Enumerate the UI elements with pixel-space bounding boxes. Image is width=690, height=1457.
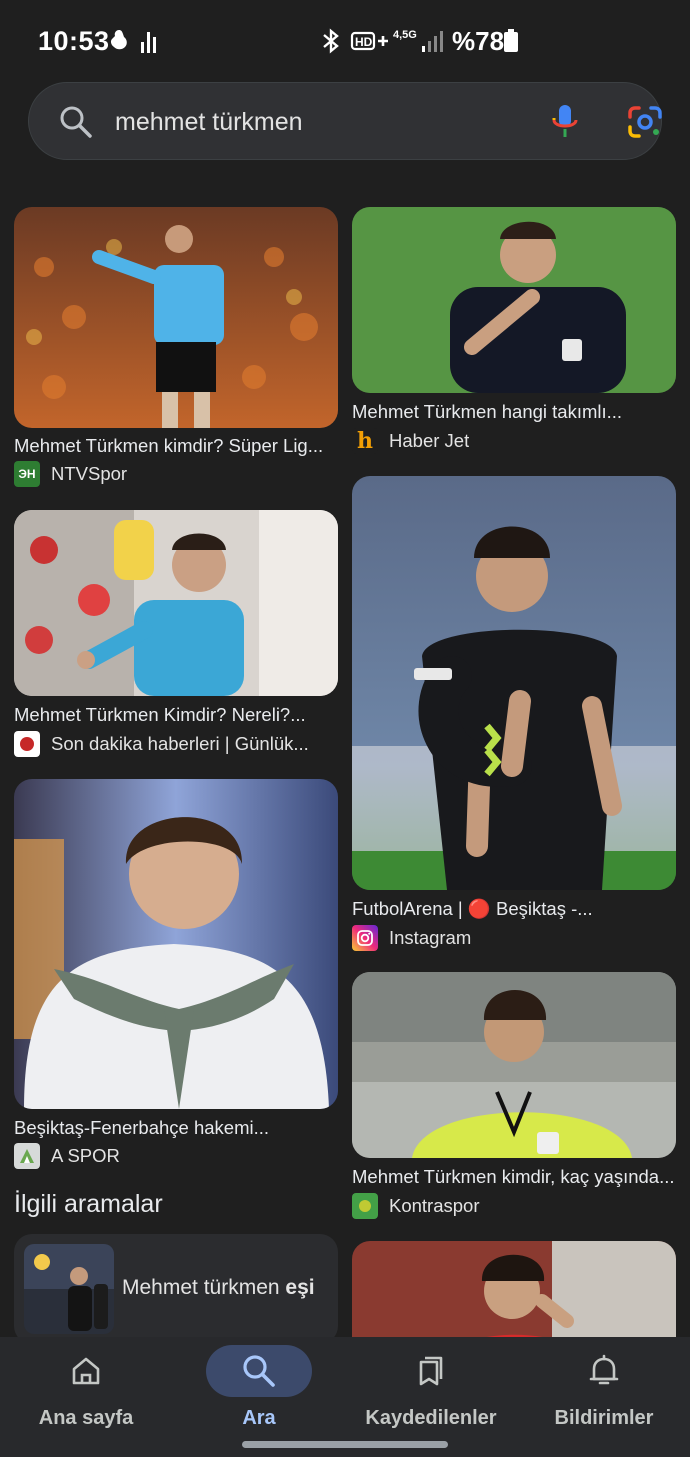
status-bar: 10:53 HD 4,5G %78 bbox=[0, 0, 690, 80]
nav-label: Bildirimler bbox=[554, 1407, 654, 1429]
result-source: h Haber Jet bbox=[352, 428, 469, 454]
instagram-favicon-icon bbox=[352, 925, 378, 951]
nav-home[interactable]: Ana sayfa bbox=[32, 1337, 140, 1457]
bottom-navigation: Ana sayfa Ara Kaydedilenler Bildirimler bbox=[0, 1337, 690, 1457]
nav-label: Ana sayfa bbox=[38, 1407, 134, 1429]
nav-label: Kaydedilenler bbox=[365, 1407, 497, 1429]
bell-icon bbox=[589, 1354, 619, 1385]
battery-percentage: %78 bbox=[452, 26, 505, 56]
result-image[interactable] bbox=[352, 207, 676, 393]
result-title[interactable]: Mehmet Türkmen hangi takımlı... bbox=[352, 401, 676, 423]
nav-notifications[interactable]: Bildirimler bbox=[550, 1337, 658, 1457]
result-source: Instagram bbox=[352, 925, 471, 951]
source-name: Haber Jet bbox=[389, 430, 470, 451]
result-title[interactable]: Mehmet Türkmen kimdir, kaç yaşında... bbox=[352, 1166, 676, 1188]
related-searches-heading: İlgili aramalar bbox=[14, 1190, 163, 1218]
search-input[interactable] bbox=[115, 105, 495, 139]
result-card[interactable]: Beşiktaş-Fenerbahçe hakemi... A SPOR bbox=[14, 779, 338, 1171]
result-source: Son dakika haberleri | Günlük... bbox=[14, 731, 309, 757]
result-image[interactable] bbox=[352, 972, 676, 1158]
hand-notification-icon bbox=[110, 30, 127, 50]
source-name: Instagram bbox=[389, 927, 472, 948]
related-search-label[interactable]: Mehmet türkmen eşi bbox=[122, 1276, 315, 1300]
result-image[interactable] bbox=[14, 510, 338, 696]
ntvspor-favicon-icon: ЭН bbox=[14, 461, 40, 487]
result-source: A SPOR bbox=[14, 1143, 120, 1169]
result-card[interactable]: Mehmet Türkmen hangi takımlı... h Haber … bbox=[352, 207, 676, 457]
cell-signal-icon bbox=[422, 31, 443, 52]
result-card[interactable]: Mehmet Türkmen Kimdir? Nereli?... Son da… bbox=[14, 510, 338, 760]
home-icon bbox=[72, 1357, 100, 1385]
result-card[interactable]: Mehmet Türkmen kimdir? Süper Lig... ЭН N… bbox=[14, 207, 338, 487]
kontraspor-favicon-icon bbox=[352, 1193, 378, 1219]
source-name: NTVSpor bbox=[51, 463, 128, 484]
result-image[interactable] bbox=[352, 1241, 676, 1337]
news-favicon-icon bbox=[14, 731, 40, 757]
microphone-icon[interactable] bbox=[549, 103, 581, 141]
source-name: Kontraspor bbox=[389, 1195, 480, 1216]
nav-label: Ara bbox=[242, 1407, 276, 1429]
result-title[interactable]: FutbolArena | 🔴 Beşiktaş -... bbox=[352, 898, 676, 920]
nav-saved[interactable]: Kaydedilenler bbox=[360, 1337, 502, 1457]
result-title[interactable]: Mehmet Türkmen kimdir? Süper Lig... bbox=[14, 435, 338, 457]
google-lens-icon[interactable] bbox=[627, 105, 663, 139]
network-type: 4,5G bbox=[393, 29, 417, 41]
search-bar[interactable] bbox=[28, 82, 662, 160]
volte-icon: HD bbox=[350, 31, 388, 51]
source-name: Son dakika haberleri | Günlük... bbox=[51, 733, 309, 754]
svg-text:HD: HD bbox=[355, 35, 373, 49]
related-search-item[interactable]: Mehmet türkmen eşi bbox=[14, 1234, 338, 1344]
nav-search[interactable]: Ara bbox=[205, 1337, 313, 1457]
signal-activity-icon bbox=[141, 32, 156, 53]
home-indicator[interactable] bbox=[242, 1441, 448, 1448]
result-source: ЭН NTVSpor bbox=[14, 461, 127, 487]
status-time: 10:53 bbox=[38, 26, 110, 56]
result-title[interactable]: Mehmet Türkmen Kimdir? Nereli?... bbox=[14, 704, 338, 726]
aspor-favicon-icon bbox=[14, 1143, 40, 1169]
bluetooth-icon bbox=[323, 28, 339, 54]
result-image[interactable] bbox=[352, 476, 676, 890]
result-card[interactable]: FutbolArena | 🔴 Beşiktaş -... Instagram bbox=[352, 476, 676, 952]
related-search-thumbnail bbox=[24, 1244, 114, 1334]
battery-icon bbox=[504, 29, 518, 52]
result-card[interactable]: Mehmet Türkmen kimdir, kaç yaşında... Ko… bbox=[352, 972, 676, 1222]
source-name: A SPOR bbox=[51, 1145, 120, 1166]
result-image[interactable] bbox=[14, 779, 338, 1109]
result-source: Kontraspor bbox=[352, 1193, 480, 1219]
result-title[interactable]: Beşiktaş-Fenerbahçe hakemi... bbox=[14, 1117, 338, 1139]
result-image[interactable] bbox=[14, 207, 338, 428]
haberjet-favicon-icon: h bbox=[352, 428, 378, 454]
search-icon bbox=[60, 106, 92, 138]
collections-icon bbox=[419, 1356, 443, 1386]
result-card[interactable] bbox=[352, 1241, 676, 1337]
search-icon bbox=[243, 1355, 275, 1387]
